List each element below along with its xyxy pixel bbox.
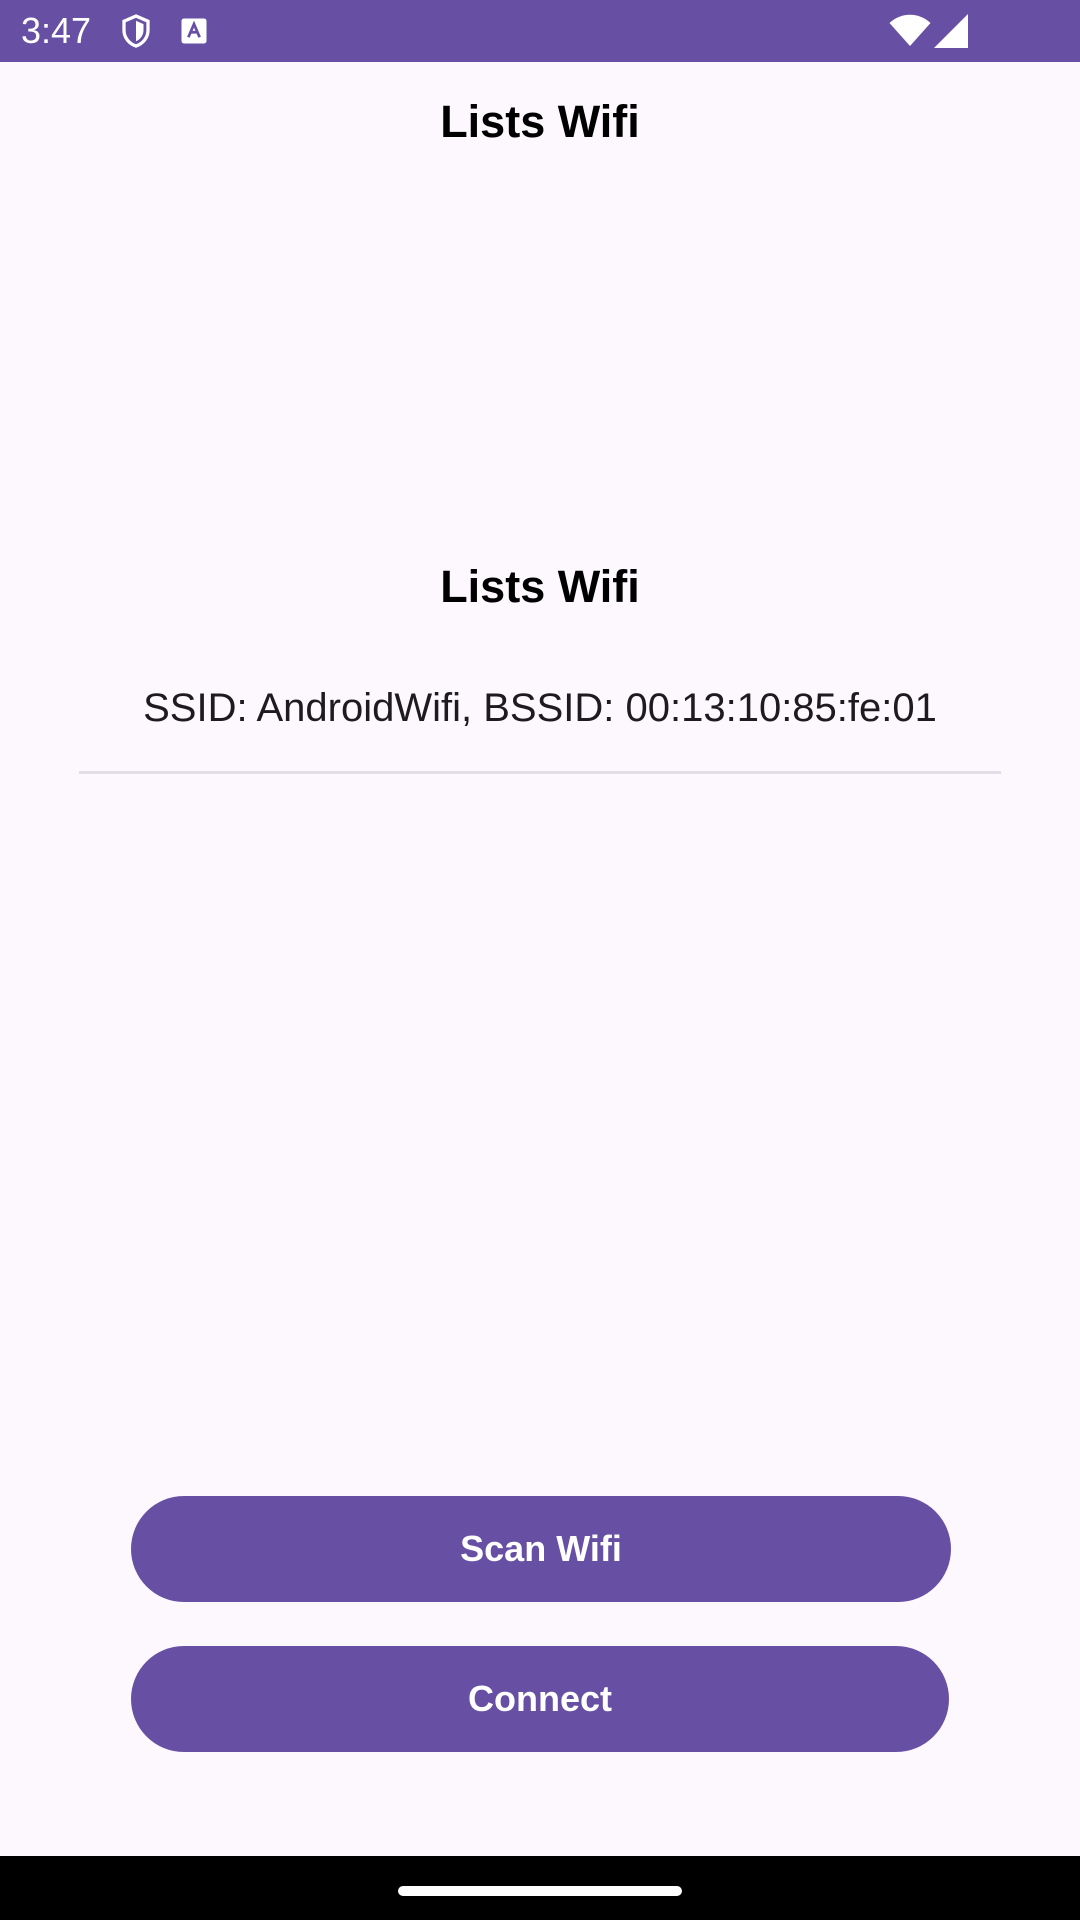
text-a-icon	[181, 18, 207, 44]
shield-icon	[122, 14, 150, 48]
wifi-icon	[889, 14, 931, 46]
list-divider	[79, 771, 1001, 774]
status-time: 3:47	[21, 10, 92, 51]
list-title: Lists Wifi	[440, 561, 640, 612]
connect-button[interactable]: Connect	[131, 1646, 949, 1752]
navigation-bar	[0, 1856, 1080, 1920]
home-gesture-handle[interactable]	[398, 1886, 682, 1896]
wifi-list-item[interactable]: SSID: AndroidWifi, BSSID: 00:13:10:85:fe…	[79, 680, 1001, 736]
cellular-signal-icon	[934, 14, 968, 48]
status-bar: 3:47	[0, 0, 1080, 62]
scan-wifi-button[interactable]: Scan Wifi	[131, 1496, 951, 1602]
header-title: Lists Wifi	[440, 96, 640, 147]
